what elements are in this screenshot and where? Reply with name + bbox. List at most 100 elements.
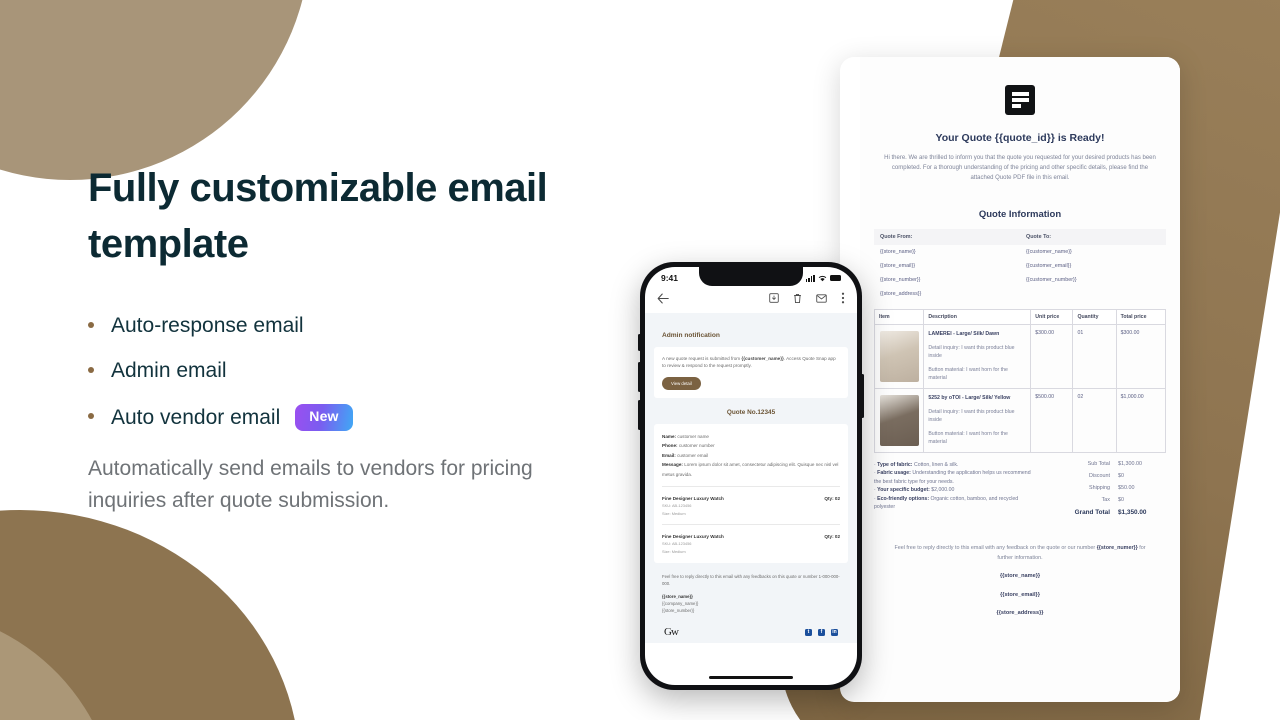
slide-canvas: Fully customizable email template Auto-r…	[0, 0, 1280, 720]
message-label: Message:	[662, 462, 683, 468]
discount-label: Discount	[1089, 473, 1110, 479]
footer-text-part1: Feel free to reply directly to this emai…	[894, 545, 1096, 551]
email-body: Your Quote {{quote_id}} is Ready! Hi the…	[860, 57, 1180, 702]
footer-store-name: {{store_name}}	[999, 573, 1041, 579]
product-quantity: Qty: 02	[824, 496, 840, 502]
grand-total-label: Grand Total	[1074, 509, 1110, 516]
phone-notch	[699, 267, 803, 286]
field-row: Message: Lorem ipsum dolor sit amet, con…	[662, 460, 840, 479]
totals-row: Discount $0	[1041, 473, 1166, 479]
product-size: Size: Medium	[662, 511, 686, 517]
document-lines-icon	[1005, 85, 1035, 115]
view-detail-button[interactable]: View detail	[662, 376, 701, 390]
archive-box-icon[interactable]	[769, 293, 779, 303]
product-detail-inquiry: Detail inquiry: I want this product blue…	[928, 409, 1015, 423]
tax-value: $0	[1118, 497, 1124, 503]
product-image	[879, 395, 919, 446]
page-title: Fully customizable email template	[88, 166, 548, 266]
back-arrow-icon[interactable]	[657, 292, 669, 304]
bullet-dot-icon	[88, 321, 94, 328]
store-address-value: {{store_address}}	[880, 291, 922, 297]
admin-notification-heading: Admin notification	[662, 332, 720, 339]
list-item: Fine Designer Luxury Watch Qty: 02 SKU: …	[662, 534, 840, 555]
footer-company-name-var: {{company_name}}	[662, 601, 699, 607]
unit-price-value: $500.00	[1030, 388, 1074, 453]
grand-total-value: $1,350.00	[1118, 509, 1147, 516]
divider	[662, 524, 840, 526]
product-quantity: Qty: 02	[824, 534, 840, 540]
phone-footer-brand-row: Gw t f in	[654, 614, 848, 638]
admin-notification-text: A new quote request is submitted from {{…	[662, 355, 840, 370]
phone-footer-vars: {{store_name}} {{company_name}} {{store_…	[654, 587, 848, 614]
list-item: Fine Designer Luxury Watch Qty: 02 SKU: …	[662, 496, 840, 517]
note-line: · Your specific budget: $2,000.00	[874, 487, 955, 494]
phone-mute-switch	[638, 334, 641, 351]
product-name: Fine Designer Luxury Watch	[662, 496, 724, 502]
customer-email-value: {{customer_email}}	[1026, 263, 1072, 269]
phone-mockup: 9:41 Admin notification A new quote requ…	[638, 262, 864, 690]
mail-message-body: Admin notification A new quote request i…	[645, 313, 857, 643]
note-line: · Type of fabric: Cotton, linen & silk.	[874, 462, 959, 468]
store-number-value: {{store_number}}	[880, 277, 921, 283]
total-price-value: $300.00	[1115, 324, 1167, 389]
table-row: {{store_name}} {{customer_name}}	[874, 245, 1166, 259]
product-sku: SKU: AB-123456	[662, 503, 692, 509]
brand-logo: Gw	[664, 626, 679, 639]
list-item: Auto vendor email New	[88, 404, 608, 431]
notification-customer-var: {{customer_name}}	[741, 356, 784, 361]
divider	[662, 486, 840, 488]
feature-label: Admin email	[111, 359, 227, 383]
product-image	[879, 331, 919, 382]
social-links: t f in	[805, 628, 838, 636]
field-row: Phone: customer number	[662, 441, 840, 451]
more-vertical-icon[interactable]	[841, 292, 845, 304]
phone-power-button	[861, 374, 864, 418]
product-size: Size: Medium	[662, 549, 686, 555]
footer-store-email: {{store_email}}	[1000, 591, 1040, 598]
bullet-dot-icon	[88, 366, 94, 373]
note-text: Cotton, linen & silk.	[912, 462, 959, 468]
twitter-icon[interactable]: t	[805, 628, 812, 636]
status-badge-new: New	[295, 404, 353, 431]
column-header-total-price: Total price	[1115, 309, 1167, 325]
column-header-description: Description	[923, 309, 1032, 325]
email-value: customer email	[675, 452, 709, 458]
home-indicator	[709, 676, 793, 679]
trash-icon[interactable]	[793, 293, 802, 304]
envelope-icon[interactable]	[816, 293, 827, 303]
email-intro-text: Hi there. We are thrilled to inform you …	[884, 155, 1156, 181]
cellular-signal-icon	[805, 274, 815, 282]
field-row: Email: customer email	[662, 451, 840, 461]
phone-footer-note: Feel free to reply directly to this emai…	[662, 574, 840, 587]
store-email-value: {{store_email}}	[880, 263, 916, 269]
column-header-unit-price: Unit price	[1030, 309, 1074, 325]
totals-row: Shipping $50.00	[1041, 485, 1166, 491]
feature-list: Auto-response email Admin email Auto ven…	[88, 314, 608, 431]
phone-volume-down-button	[638, 400, 641, 430]
total-price-value: $1,000.00	[1115, 388, 1167, 453]
customer-number-value: {{customer_number}}	[1026, 277, 1077, 283]
product-button-material: Button material: I want horn for the mat…	[928, 431, 1008, 445]
phone-label: Phone:	[662, 443, 678, 449]
product-name: LAMEREI - Large/ Silk/ Dawn	[928, 331, 1000, 337]
footer-store-number-var: {{store_number}}	[662, 608, 695, 614]
email-template-preview: Your Quote {{quote_id}} is Ready! Hi the…	[840, 57, 1180, 702]
shipping-value: $50.00	[1118, 485, 1135, 491]
quote-details-card: Name: customer name Phone: customer numb…	[654, 423, 848, 564]
facebook-icon[interactable]: f	[818, 628, 825, 636]
product-button-material: Button material: I want horn for the mat…	[928, 367, 1008, 381]
notes-and-totals: · Type of fabric: Cotton, linen & silk. …	[874, 461, 1166, 522]
table-row: {{store_address}}	[874, 287, 1166, 301]
table-row: Quote From: Quote To:	[874, 229, 1166, 245]
email-footer: Feel free to reply directly to this emai…	[874, 544, 1166, 619]
note-line: · Eco-friendly options: Organic cotton, …	[874, 495, 1019, 511]
feature-label: Auto vendor email	[111, 405, 281, 429]
linkedin-icon[interactable]: in	[831, 628, 838, 636]
product-name: Fine Designer Luxury Watch	[662, 534, 724, 540]
subtotal-value: $1,300.00	[1118, 461, 1142, 467]
mail-toolbar	[645, 285, 857, 313]
phone-value: customer number	[677, 443, 715, 449]
line-items-table: Item Description Unit price Quantity Tot…	[873, 309, 1167, 453]
decorative-shape-top-left	[0, 0, 310, 180]
wifi-icon	[818, 275, 827, 281]
